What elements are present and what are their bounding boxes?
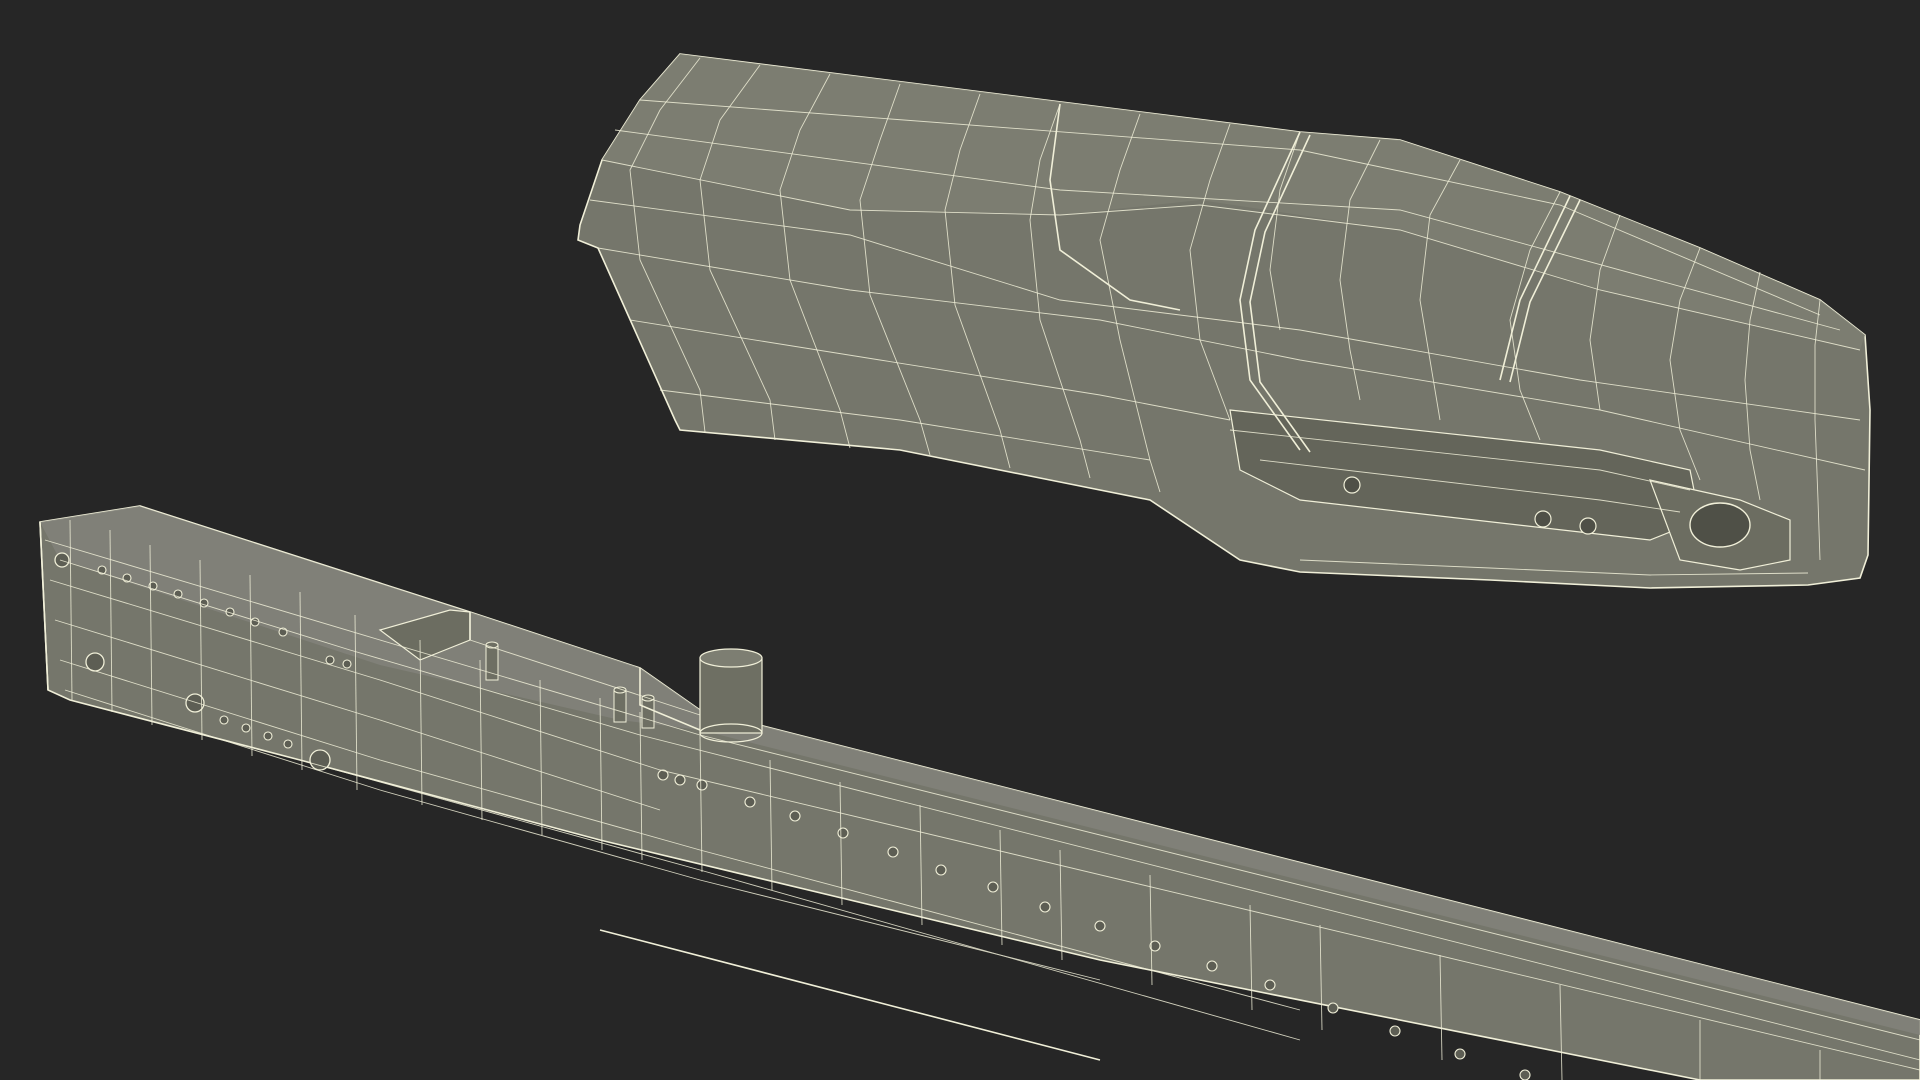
screw-hole xyxy=(1343,476,1361,494)
mount-hole xyxy=(1689,502,1751,548)
wireframe-scene xyxy=(39,53,1920,1080)
upper-housing xyxy=(577,53,1871,589)
lower-rail xyxy=(39,505,1920,1080)
screw-hole xyxy=(1579,517,1597,535)
screw-hole xyxy=(1534,510,1552,528)
lower-rail-cylinder-post xyxy=(699,648,763,743)
